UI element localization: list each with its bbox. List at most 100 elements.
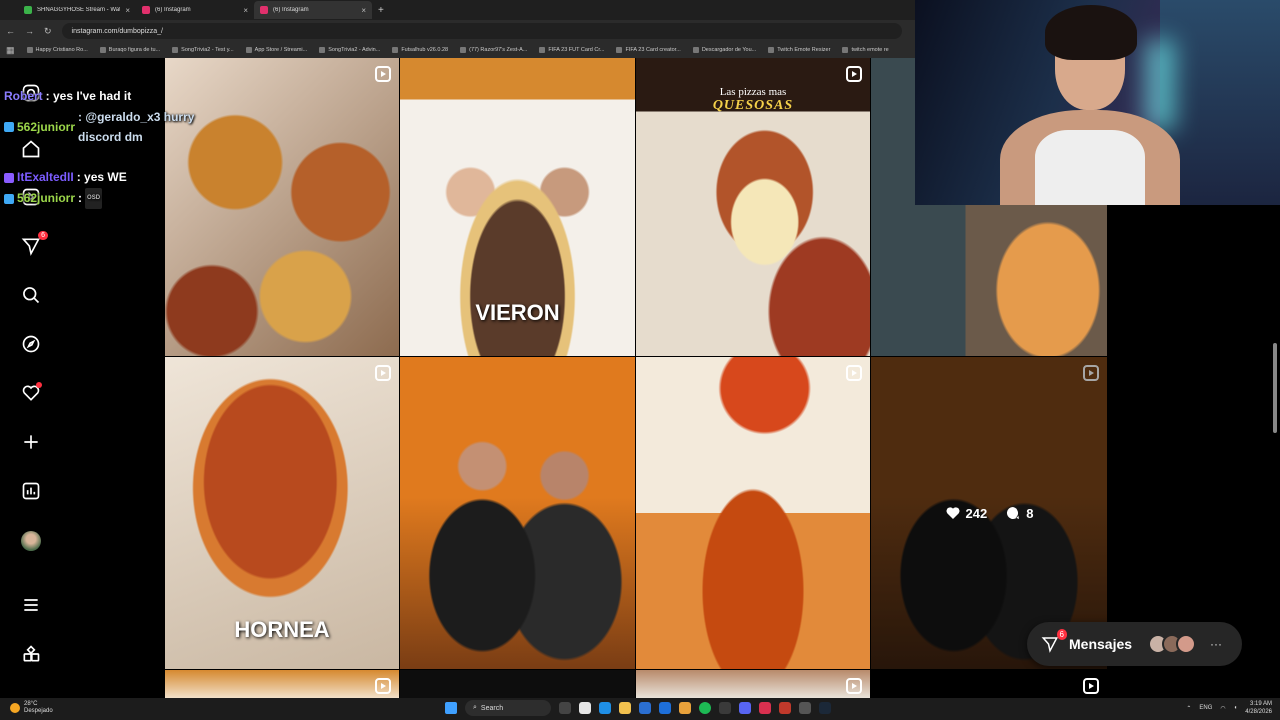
bookmark-favicon-icon: [392, 47, 399, 53]
bookmark-favicon-icon: [692, 47, 699, 53]
store-icon[interactable]: [639, 702, 651, 714]
direct-messages-icon[interactable]: 6: [20, 231, 48, 257]
edge-icon[interactable]: [599, 702, 611, 714]
bookmark[interactable]: Futsalhub v26.0.28: [392, 47, 448, 53]
close-tab-icon[interactable]: ×: [361, 6, 366, 15]
windows-taskbar: 28°C Despejado ⌕ Search ⌃ ENG ◠ ◖ 3:19 A…: [0, 698, 1280, 720]
language-indicator[interactable]: ENG: [1199, 705, 1212, 711]
create-plus-icon[interactable]: [20, 431, 42, 453]
media-app-icon[interactable]: [759, 702, 771, 714]
tray-chevron-icon[interactable]: ⌃: [1186, 705, 1191, 712]
address-bar[interactable]: instagram.com/dumbopizza_/: [61, 23, 902, 39]
chat-badge-icon: [4, 172, 14, 183]
kick-favicon-icon: [24, 6, 32, 14]
webcam-hair: [1045, 5, 1137, 60]
wifi-icon[interactable]: ◠: [1220, 705, 1225, 712]
scrollbar[interactable]: [1272, 58, 1278, 698]
discord-icon[interactable]: [739, 702, 751, 714]
reel-icon: [846, 66, 862, 82]
chat-username: ItExaltedII: [17, 170, 74, 184]
more-icon[interactable]: ···: [1210, 637, 1222, 651]
system-clock[interactable]: 3:19 AM 4/28/2026: [1245, 700, 1272, 716]
apps-icon[interactable]: ▦: [6, 45, 15, 56]
more-menu-icon[interactable]: [20, 594, 42, 616]
dashboard-chart-icon[interactable]: [20, 480, 42, 502]
bookmark-favicon-icon: [842, 47, 849, 53]
comments-stat: 8: [1005, 505, 1033, 521]
profile-avatar[interactable]: [21, 531, 41, 551]
steam-icon[interactable]: [819, 702, 831, 714]
bookmark[interactable]: twitch emote re: [842, 47, 889, 53]
folder-icon[interactable]: [619, 702, 631, 714]
post-tile[interactable]: [165, 670, 399, 698]
taskbar-search[interactable]: ⌕ Search: [465, 700, 551, 716]
bookmark-favicon-icon: [26, 47, 33, 53]
browser-tab[interactable]: SHNAGGYHOSE Stream - Wat ×: [18, 1, 136, 19]
bookmark[interactable]: Twitch Emote Resizer: [768, 47, 830, 53]
bookmark[interactable]: SongTrivia2 - Advin...: [319, 47, 380, 53]
chat-message: 562juniorr : @geraldo_x3 hurry discord d…: [4, 107, 204, 147]
file-explorer-icon[interactable]: [579, 702, 591, 714]
post-tile[interactable]: [400, 670, 635, 698]
post-tile[interactable]: [400, 357, 635, 669]
browser-tab[interactable]: (6) Instagram ×: [136, 1, 254, 19]
mail-icon[interactable]: [659, 702, 671, 714]
bookmark-label: (77) Razor97's Zest-A...: [469, 47, 528, 53]
chat-username: Robert: [4, 89, 43, 103]
bookmark-favicon-icon: [319, 47, 326, 53]
bookmark[interactable]: (77) Razor97's Zest-A...: [460, 47, 527, 53]
post-tile[interactable]: HORNEA: [165, 357, 399, 669]
explore-icon[interactable]: [20, 333, 42, 355]
post-tile[interactable]: VIERON: [400, 58, 635, 356]
post-tile[interactable]: [636, 670, 870, 698]
post-tile[interactable]: Las pizzas mas QUESOSAS: [636, 58, 870, 356]
obs-icon[interactable]: [799, 702, 811, 714]
reel-icon: [375, 365, 391, 381]
scrollbar-thumb[interactable]: [1273, 343, 1277, 433]
chat-message: ItExaltedII : yes WE: [4, 167, 204, 188]
bookmark-favicon-icon: [245, 47, 252, 53]
recording-app-icon[interactable]: [779, 702, 791, 714]
chat-badge-icon: [4, 122, 14, 132]
bookmark[interactable]: Descargador de You...: [692, 47, 756, 53]
post-tile[interactable]: [636, 357, 870, 669]
close-tab-icon[interactable]: ×: [125, 6, 130, 15]
chat-message: Robert : yes I've had it: [4, 86, 204, 107]
xbox-icon[interactable]: [719, 702, 731, 714]
bookmark-favicon-icon: [539, 47, 546, 53]
chat-text: : @geraldo_x3 hurry discord dm: [78, 110, 195, 144]
search-icon[interactable]: [20, 284, 42, 306]
windows-start-icon[interactable]: [445, 702, 457, 714]
volume-icon[interactable]: ◖: [1234, 705, 1238, 711]
browser-tab-active[interactable]: (6) Instagram ×: [254, 1, 372, 19]
heart-icon: [946, 507, 960, 519]
also-from-meta-icon[interactable]: [20, 643, 42, 665]
messages-button[interactable]: 6 Mensajes ···: [1027, 622, 1242, 666]
address-row: ← → ↻ instagram.com/dumbopizza_/: [0, 20, 915, 42]
bookmark[interactable]: Buraqo figura de tu...: [99, 47, 160, 53]
notifications-heart-icon[interactable]: [20, 382, 42, 404]
url-text: instagram.com/dumbopizza_/: [71, 27, 163, 35]
bookmark-label: FIFA 23 FUT Card Cr...: [548, 47, 605, 53]
bookmark[interactable]: FIFA 23 Card creator...: [616, 47, 681, 53]
bookmark[interactable]: FIFA 23 FUT Card Cr...: [539, 47, 604, 53]
browser-tab-bar: SHNAGGYHOSE Stream - Wat × (6) Instagram…: [0, 0, 915, 20]
close-tab-icon[interactable]: ×: [243, 6, 248, 15]
chat-text: : yes WE: [76, 170, 127, 184]
bookmark[interactable]: App Store / Streami...: [245, 47, 307, 53]
bookmark[interactable]: Happy Cristiano Ro...: [26, 47, 88, 53]
bookmark[interactable]: SongTrivia2 - Test y...: [172, 47, 234, 53]
chat-message: 562juniorr : OSD: [4, 188, 204, 209]
chrome-icon[interactable]: [679, 702, 691, 714]
weather-widget[interactable]: 28°C Despejado: [10, 701, 53, 715]
task-view-icon[interactable]: [559, 702, 571, 714]
new-tab-icon[interactable]: +: [378, 5, 384, 16]
back-icon[interactable]: ←: [6, 26, 15, 36]
forward-icon[interactable]: →: [25, 26, 34, 36]
reel-icon: [375, 678, 391, 694]
reload-icon[interactable]: ↻: [44, 26, 52, 37]
messages-avatars: [1148, 634, 1197, 654]
bookmark-label: FIFA 23 Card creator...: [625, 47, 681, 53]
spotify-icon[interactable]: [699, 702, 711, 714]
post-tile[interactable]: [871, 670, 1107, 698]
